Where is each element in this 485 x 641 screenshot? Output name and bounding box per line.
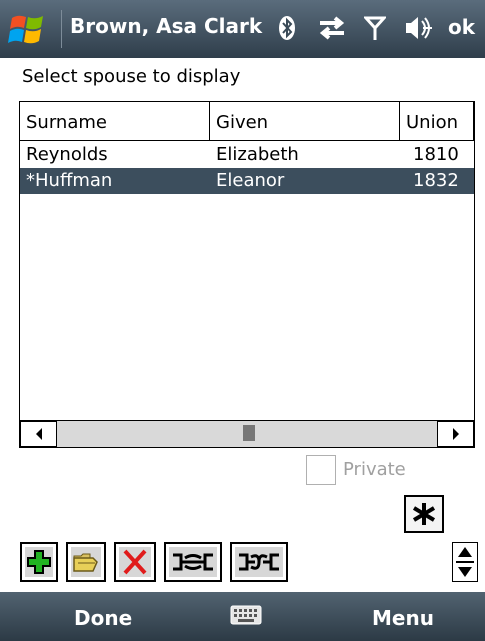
spouse-list[interactable]: Surname Given Union Reynolds Elizabeth 1… [19, 101, 475, 448]
sync-arrows-icon[interactable] [318, 14, 346, 42]
keyboard-icon[interactable] [230, 604, 262, 626]
open-button[interactable] [66, 542, 106, 582]
delete-button[interactable] [114, 542, 156, 582]
scroll-right-button[interactable] [437, 421, 474, 447]
cell-given: Elizabeth [216, 144, 299, 165]
link-icon [173, 553, 213, 571]
delete-icon [123, 549, 147, 575]
asterisk-button[interactable] [404, 495, 444, 533]
column-header-surname[interactable]: Surname [20, 102, 210, 141]
unlink-icon [239, 553, 279, 571]
menu-button[interactable]: Menu [372, 606, 434, 630]
column-header-union[interactable]: Union [400, 102, 474, 141]
ok-button[interactable]: ok [448, 15, 475, 39]
scroll-right-arrow-icon [452, 428, 459, 440]
asterisk-icon [412, 503, 436, 525]
horizontal-scrollbar[interactable] [20, 420, 474, 447]
open-folder-icon [73, 553, 98, 572]
cell-surname: Reynolds [26, 144, 108, 165]
title-bar: Brown, Asa Clark ok [0, 0, 485, 58]
add-icon [27, 550, 51, 574]
scroll-left-button[interactable] [20, 421, 57, 447]
link-button[interactable] [164, 542, 222, 582]
prompt-label: Select spouse to display [22, 66, 241, 87]
add-button[interactable] [20, 542, 58, 582]
cell-given: Eleanor [216, 170, 285, 191]
cell-union: 1810 [413, 144, 459, 165]
done-button[interactable]: Done [74, 606, 132, 630]
cell-union: 1832 [413, 170, 459, 191]
scroll-left-arrow-icon [35, 428, 42, 440]
unlink-button[interactable] [230, 542, 288, 582]
column-header-given[interactable]: Given [210, 102, 400, 141]
signal-antenna-icon[interactable] [364, 14, 386, 42]
softkey-bar: Done Menu [0, 592, 485, 641]
cell-surname: *Huffman [26, 170, 113, 191]
list-row[interactable]: Reynolds Elizabeth 1810 [20, 142, 474, 168]
windows-logo-icon[interactable] [8, 12, 48, 46]
speaker-icon[interactable] [403, 14, 433, 42]
private-label: Private [343, 459, 406, 480]
list-row-selected[interactable]: *Huffman Eleanor 1832 [20, 168, 474, 194]
bluetooth-icon[interactable] [276, 14, 298, 42]
window-title: Brown, Asa Clark [70, 14, 263, 38]
up-down-scroller[interactable] [452, 542, 478, 582]
title-divider [61, 10, 62, 48]
list-header: Surname Given Union [20, 102, 474, 141]
scroll-thumb[interactable] [243, 425, 255, 441]
up-down-arrows-icon [456, 547, 474, 577]
private-checkbox[interactable] [306, 455, 336, 485]
